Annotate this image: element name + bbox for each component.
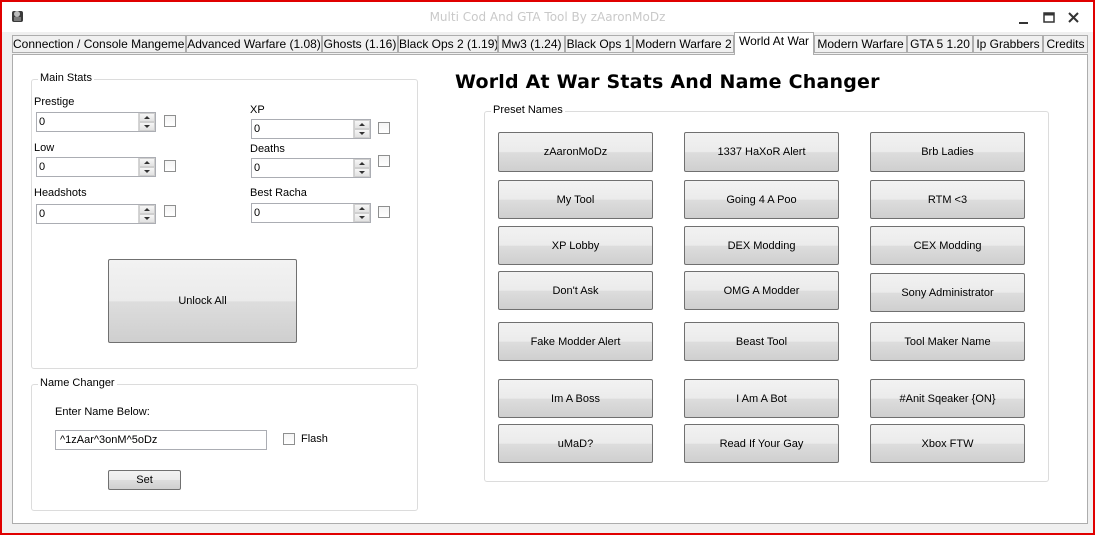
- preset-button[interactable]: Im A Boss: [498, 379, 653, 418]
- preset-button[interactable]: Going 4 A Poo: [684, 180, 839, 219]
- tab-mw3[interactable]: Mw3 (1.24): [498, 35, 565, 53]
- best-racha-spin-down[interactable]: [354, 213, 370, 222]
- tab-page-world-at-war: Main Stats Prestige XP Low Deaths Headsh…: [12, 54, 1088, 524]
- best-racha-input[interactable]: [254, 205, 350, 221]
- tab-ghosts[interactable]: Ghosts (1.16): [322, 35, 398, 53]
- low-spin-down[interactable]: [139, 167, 155, 176]
- deaths-checkbox[interactable]: [378, 155, 390, 167]
- preset-button[interactable]: zAaronMoDz: [498, 132, 653, 172]
- tab-modern-warfare-2[interactable]: Modern Warfare 2: [633, 35, 734, 53]
- minimize-icon: [1019, 22, 1028, 24]
- preset-button[interactable]: I Am A Bot: [684, 379, 839, 418]
- best-racha-spinner[interactable]: [251, 203, 371, 223]
- preset-button[interactable]: Beast Tool: [684, 322, 839, 361]
- best-racha-label: Best Racha: [250, 187, 307, 199]
- preset-button[interactable]: Read If Your Gay: [684, 424, 839, 463]
- tab-credits[interactable]: Credits: [1043, 35, 1088, 53]
- preset-button[interactable]: Sony Administrator: [870, 273, 1025, 312]
- preset-button[interactable]: uMaD?: [498, 424, 653, 463]
- preset-button[interactable]: Brb Ladies: [870, 132, 1025, 172]
- xp-spinner[interactable]: [251, 119, 371, 139]
- close-icon: [1068, 12, 1079, 23]
- prestige-spin-down[interactable]: [139, 122, 155, 131]
- deaths-spinner[interactable]: [251, 158, 371, 178]
- preset-button[interactable]: DEX Modding: [684, 226, 839, 265]
- name-input[interactable]: [56, 431, 266, 449]
- preset-button[interactable]: Don't Ask: [498, 271, 653, 310]
- tab-world-at-war[interactable]: World At War: [734, 32, 814, 55]
- unlock-all-button[interactable]: Unlock All: [108, 259, 297, 343]
- deaths-label: Deaths: [250, 143, 285, 155]
- preset-button[interactable]: 1337 HaXoR Alert: [684, 132, 839, 172]
- deaths-input[interactable]: [254, 160, 350, 176]
- preset-button[interactable]: Tool Maker Name: [870, 322, 1025, 361]
- headshots-spinner[interactable]: [36, 204, 156, 224]
- prestige-label: Prestige: [34, 96, 75, 108]
- prestige-spin-up[interactable]: [139, 113, 155, 122]
- maximize-button[interactable]: [1038, 8, 1060, 28]
- headshots-label: Headshots: [34, 187, 87, 199]
- low-spinner[interactable]: [36, 157, 156, 177]
- preset-names-legend: Preset Names: [491, 104, 565, 116]
- name-textbox[interactable]: [55, 430, 267, 450]
- headshots-spin-up[interactable]: [139, 205, 155, 214]
- preset-button[interactable]: #Anit Sqeaker {ON}: [870, 379, 1025, 418]
- xp-input[interactable]: [254, 121, 350, 137]
- set-button[interactable]: Set: [108, 470, 181, 490]
- prestige-checkbox[interactable]: [164, 115, 176, 127]
- preset-button[interactable]: Xbox FTW: [870, 424, 1025, 463]
- low-spin-up[interactable]: [139, 158, 155, 167]
- preset-button[interactable]: XP Lobby: [498, 226, 653, 265]
- low-checkbox[interactable]: [164, 160, 176, 172]
- close-button[interactable]: [1063, 8, 1085, 28]
- tab-ip-grabbers[interactable]: Ip Grabbers: [973, 35, 1043, 53]
- low-input[interactable]: [39, 159, 135, 175]
- xp-spin-up[interactable]: [354, 120, 370, 129]
- headshots-spin-down[interactable]: [139, 214, 155, 223]
- xp-checkbox[interactable]: [378, 122, 390, 134]
- deaths-spin-down[interactable]: [354, 168, 370, 177]
- flash-checkbox[interactable]: [283, 433, 295, 445]
- tab-black-ops-1[interactable]: Black Ops 1: [565, 35, 633, 53]
- prestige-spinner[interactable]: [36, 112, 156, 132]
- deaths-spin-up[interactable]: [354, 159, 370, 168]
- prestige-input[interactable]: [39, 114, 135, 130]
- tab-advanced-warfare[interactable]: Advanced Warfare (1.08): [186, 35, 322, 53]
- tab-gta5[interactable]: GTA 5 1.20: [907, 35, 973, 53]
- tab-connection[interactable]: Connection / Console Mangement: [12, 35, 186, 53]
- xp-label: XP: [250, 104, 265, 116]
- tab-black-ops-2[interactable]: Black Ops 2 (1.19): [398, 35, 498, 53]
- maximize-icon: [1043, 12, 1055, 23]
- name-changer-legend: Name Changer: [38, 377, 117, 389]
- main-stats-legend: Main Stats: [38, 72, 94, 84]
- title-bar: Multi Cod And GTA Tool By zAaronMoDz: [2, 2, 1093, 32]
- headshots-checkbox[interactable]: [164, 205, 176, 217]
- window-title: Multi Cod And GTA Tool By zAaronMoDz: [429, 10, 666, 24]
- preset-button[interactable]: CEX Modding: [870, 226, 1025, 265]
- tab-strip: Connection / Console Mangement Advanced …: [12, 32, 1088, 55]
- tab-modern-warfare[interactable]: Modern Warfare: [814, 35, 907, 53]
- best-racha-spin-up[interactable]: [354, 204, 370, 213]
- headshots-input[interactable]: [39, 206, 135, 222]
- best-racha-checkbox[interactable]: [378, 206, 390, 218]
- low-label: Low: [34, 142, 55, 154]
- preset-button[interactable]: RTM <3: [870, 180, 1025, 219]
- xp-spin-down[interactable]: [354, 129, 370, 138]
- preset-button[interactable]: Fake Modder Alert: [498, 322, 653, 361]
- flash-label: Flash: [301, 433, 328, 445]
- page-heading: World At War Stats And Name Changer: [455, 71, 880, 93]
- app-window: Multi Cod And GTA Tool By zAaronMoDz Con…: [0, 0, 1095, 535]
- enter-name-label: Enter Name Below:: [55, 406, 150, 418]
- preset-button[interactable]: My Tool: [498, 180, 653, 219]
- minimize-button[interactable]: [1013, 8, 1035, 28]
- preset-button[interactable]: OMG A Modder: [684, 271, 839, 310]
